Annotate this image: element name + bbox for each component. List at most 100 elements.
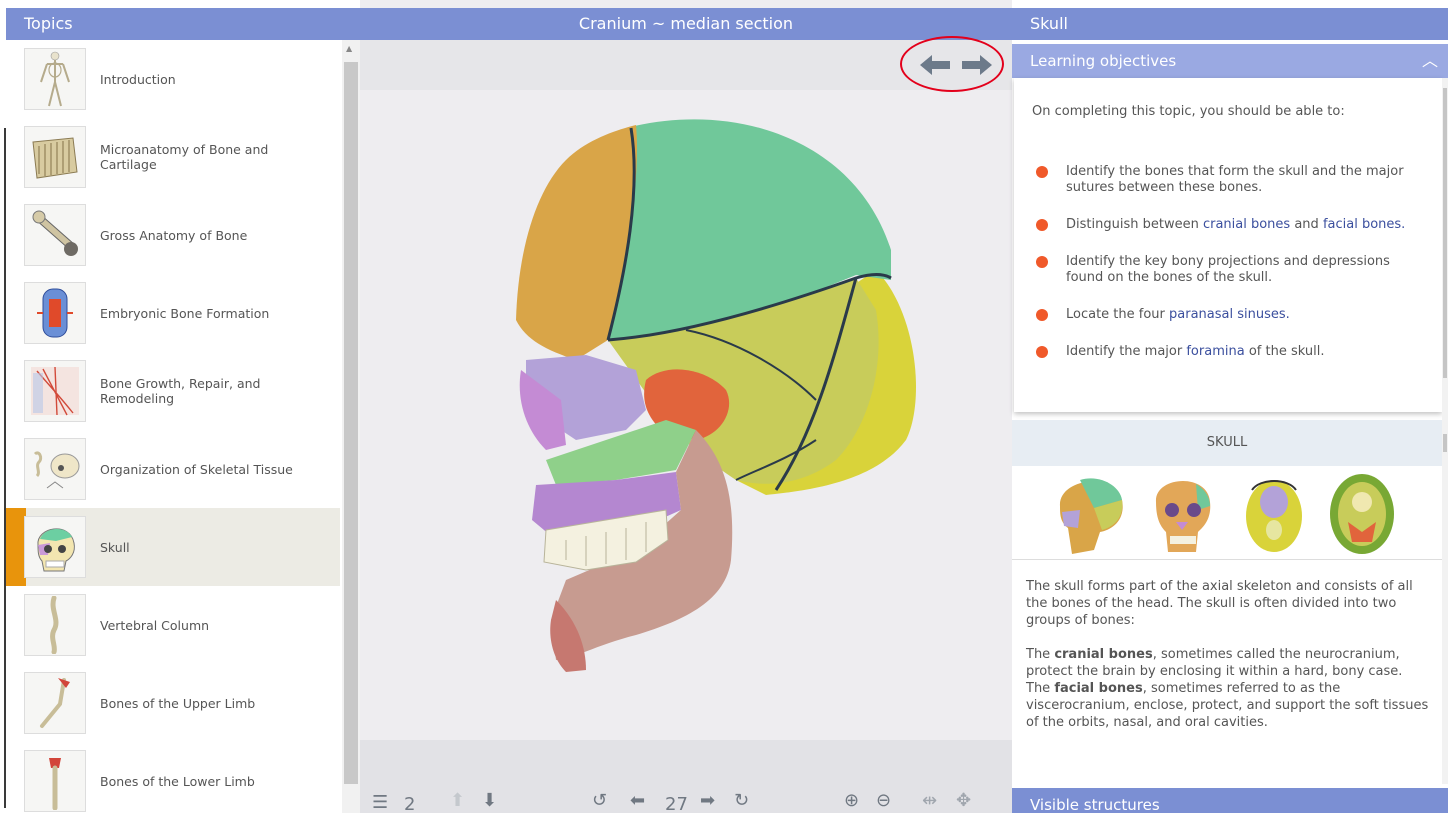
zoom-out-icon[interactable]: ⊖ [876,790,891,811]
facial-bones-term: facial bones [1054,681,1143,696]
collapse-chevron-icon[interactable]: ︿ [1422,44,1438,78]
reset-view-icon[interactable]: ✥ [956,790,971,811]
list-item: Identify the bones that form the skull a… [1036,164,1416,196]
topic-item-introduction[interactable]: Introduction [6,40,340,118]
embryonic-bone-thumbnail-icon [24,282,86,344]
scrollbar-thumb[interactable] [1443,88,1447,378]
topic-list: Introduction Microanatomy of Bone and Ca… [6,40,340,813]
skeleton-thumbnail-icon [24,48,86,110]
layer-down-icon[interactable]: ⬇ [482,790,497,811]
topic-item-embryonic-bone[interactable]: Embryonic Bone Formation [6,274,340,352]
long-bone-thumbnail-icon [24,204,86,266]
bullet-icon [1036,166,1048,178]
facial-bones-link[interactable]: facial bones [1323,217,1401,232]
bullet-icon [1036,309,1048,321]
list-item: Identify the major foramina of the skull… [1036,344,1416,360]
topic-item-gross-anatomy[interactable]: Gross Anatomy of Bone [6,196,340,274]
topic-item-microanatomy[interactable]: Microanatomy of Bone and Cartilage [6,118,340,196]
topic-label: Bone Growth, Repair, and Remodeling [100,376,261,406]
learning-objectives-header[interactable]: Learning objectives ︿ [1012,44,1448,78]
objective-text: . [1285,307,1290,322]
skull-superior-thumbnail-icon[interactable] [1320,466,1404,558]
zoom-in-icon[interactable]: ⊕ [844,790,859,811]
objective-text: Locate the four [1066,307,1170,322]
objective-text: Distinguish between [1066,217,1203,232]
rotate-right-icon[interactable]: ↻ [734,790,749,811]
previous-view-icon[interactable]: ⬅ [630,790,645,811]
objective-text: of the skull. [1244,344,1325,359]
objective-text: . [1401,217,1406,232]
skeletal-organization-thumbnail-icon [24,438,86,500]
bullet-icon [1036,219,1048,231]
viewer-title: Cranium ~ median section [360,8,1012,40]
scroll-up-icon[interactable]: ▲ [346,44,352,53]
description: The skull forms part of the axial skelet… [1026,578,1436,731]
objectives-intro: On completing this topic, you should be … [1032,104,1345,119]
objectives-list: Identify the bones that form the skull a… [1036,164,1416,381]
topic-label: Organization of Skeletal Tissue [100,461,293,477]
scrollbar-thumb[interactable] [1443,434,1447,452]
bullet-icon [1036,346,1048,358]
cranial-bones-term: cranial bones [1054,647,1153,662]
objective-text: Identify the major [1066,344,1187,359]
layer-count: 2 [404,794,416,813]
viewer-bottom-bar: ☰ 2 ⬆ ⬇ ↺ ⬅ 27 ➡ ↻ ⊕ ⊖ ⇹ ✥ [360,740,1012,813]
objective-text: and [1290,217,1323,232]
topic-item-lower-limb[interactable]: Bones of the Lower Limb [6,742,340,813]
learning-objectives-title: Learning objectives [1030,52,1177,70]
upper-limb-thumbnail-icon [24,672,86,734]
skull-inferior-thumbnail-icon[interactable] [1234,466,1314,558]
viewer-panel: Cranium ~ median section ☰ 2 ⬆ ⬇ ↺ ⬅ 27 … [360,0,1012,813]
topics-header: Topics [6,8,360,40]
info-scrollbar[interactable] [1442,78,1448,784]
topic-label: Introduction [100,71,176,87]
visible-structures-header[interactable]: Visible structures [1012,788,1448,813]
objective-text: Identify the bones that form the skull a… [1066,164,1404,195]
topic-label: Bones of the Upper Limb [100,695,256,711]
topic-label: Vertebral Column [100,617,210,633]
lower-limb-thumbnail-icon [24,750,86,812]
topic-label: Skull [100,539,130,555]
info-panel: Skull Learning objectives ︿ On completin… [1012,0,1448,813]
paranasal-sinuses-link[interactable]: paranasal sinuses [1169,307,1286,322]
list-item: Distinguish between cranial bones and fa… [1036,217,1416,233]
section-title: SKULL [1012,420,1442,466]
layers-icon[interactable]: ☰ [372,792,388,813]
topic-label: Microanatomy of Bone and Cartilage [100,142,269,172]
highlight-ring [900,36,1004,92]
foramina-link[interactable]: foramina [1186,344,1244,359]
info-header: Skull [1012,8,1448,40]
vertebral-column-thumbnail-icon [24,594,86,656]
scrollbar-thumb[interactable] [344,62,358,784]
description-paragraph: The cranial bones, sometimes called the … [1026,647,1403,679]
topic-item-bone-growth[interactable]: Bone Growth, Repair, and Remodeling [6,352,340,430]
topic-label: Bones of the Lower Limb [100,773,255,789]
skull-lateral-thumbnail-icon[interactable] [1050,466,1130,558]
topic-item-upper-limb[interactable]: Bones of the Upper Limb [6,664,340,742]
skull-anterior-thumbnail-icon[interactable] [1142,466,1222,558]
topic-item-skeletal-organization[interactable]: Organization of Skeletal Tissue [6,430,340,508]
list-item: Identify the key bony projections and de… [1036,254,1416,286]
cranial-bones-link[interactable]: cranial bones [1203,217,1290,232]
topic-label: Embryonic Bone Formation [100,305,270,321]
topics-panel: Topics Introduction Microanatomy of Bone… [0,0,360,813]
bone-growth-thumbnail-icon [24,360,86,422]
topic-item-skull[interactable]: Skull [6,508,340,586]
view-number: 27 [665,794,688,813]
topic-label: Gross Anatomy of Bone [100,227,248,243]
skull-thumbnail-icon [24,516,86,578]
list-item: Locate the four paranasal sinuses. [1036,307,1416,323]
bone-tissue-thumbnail-icon [24,126,86,188]
objective-text: Identify the key bony projections and de… [1066,254,1390,285]
learning-objectives-panel: On completing this topic, you should be … [1014,78,1442,412]
bullet-icon [1036,256,1048,268]
rotate-left-icon[interactable]: ↺ [592,790,607,811]
description-paragraph: The facial bones, sometimes referred to … [1026,681,1429,730]
next-view-icon[interactable]: ➡ [700,790,715,811]
skull-3d-model[interactable] [436,100,936,680]
description-paragraph: The skull forms part of the axial skelet… [1026,579,1413,628]
topics-scrollbar[interactable]: ▲ [342,40,360,813]
mirror-icon[interactable]: ⇹ [922,790,937,811]
topic-item-vertebral-column[interactable]: Vertebral Column [6,586,340,664]
layer-up-icon[interactable]: ⬆ [450,790,465,811]
